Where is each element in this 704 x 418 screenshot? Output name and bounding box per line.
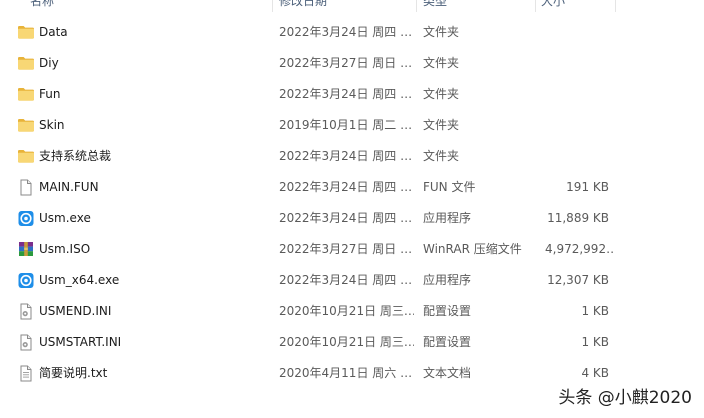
file-modified-date: 2020年10月21日 周三…	[279, 304, 414, 318]
file-modified-date: 2020年10月21日 周三…	[279, 335, 414, 349]
column-header-bar: 名称 修改日期 类型 大小	[0, 0, 704, 11]
file-row[interactable]: MAIN.FUN 2022年3月24日 周四 … FUN 文件 191 KB	[0, 172, 704, 203]
file-name: Data	[39, 25, 68, 39]
file-type: 配置设置	[423, 304, 472, 318]
exe-icon	[17, 272, 35, 289]
folder-icon	[17, 117, 35, 134]
column-divider[interactable]	[416, 0, 417, 12]
file-name: Usm.exe	[39, 211, 91, 225]
file-name: Usm.ISO	[39, 242, 91, 256]
file-type: WinRAR 压缩文件	[423, 242, 522, 256]
folder-icon	[17, 55, 35, 72]
exe-icon	[17, 210, 35, 227]
column-header-type[interactable]: 类型	[423, 0, 523, 11]
file-size: 12,307 KB	[547, 273, 609, 287]
column-header-date[interactable]: 修改日期	[279, 0, 399, 11]
file-name: Skin	[39, 118, 65, 132]
file-type: 文件夹	[423, 118, 460, 132]
file-size: 191 KB	[566, 180, 609, 194]
watermark-text: 头条 @小麒2020	[558, 388, 692, 408]
file-list: Data 2022年3月24日 周四 … 文件夹 Diy 2022年3月27日 周日 …	[0, 17, 704, 389]
file-row[interactable]: Skin 2019年10月1日 周二 … 文件夹	[0, 110, 704, 141]
file-modified-date: 2022年3月24日 周四 …	[279, 149, 413, 163]
column-divider[interactable]	[535, 0, 536, 12]
file-size	[541, 141, 609, 172]
file-type: 应用程序	[423, 273, 472, 287]
file-name: USMEND.INI	[39, 304, 112, 318]
file-name: Fun	[39, 87, 61, 101]
file-modified-date: 2022年3月24日 周四 …	[279, 180, 413, 194]
file-name: 支持系统总裁	[39, 149, 112, 163]
column-divider[interactable]	[272, 0, 273, 12]
text-file-icon	[17, 365, 35, 382]
file-modified-date: 2022年3月24日 周四 …	[279, 273, 413, 287]
file-row[interactable]: USMEND.INI 2020年10月21日 周三… 配置设置 1 KB	[0, 296, 704, 327]
file-size	[541, 48, 609, 79]
file-row[interactable]: USMSTART.INI 2020年10月21日 周三… 配置设置 1 KB	[0, 327, 704, 358]
file-name: Diy	[39, 56, 59, 70]
file-modified-date: 2022年3月27日 周日 …	[279, 56, 413, 70]
file-row[interactable]: Usm.exe 2022年3月24日 周四 … 应用程序 11,889 KB	[0, 203, 704, 234]
file-name: 简要说明.txt	[39, 366, 108, 380]
file-row[interactable]: Diy 2022年3月27日 周日 … 文件夹	[0, 48, 704, 79]
file-size: 4,972,992…	[545, 242, 613, 256]
file-size	[541, 110, 609, 141]
file-modified-date: 2022年3月27日 周日 …	[279, 242, 413, 256]
file-row[interactable]: Usm_x64.exe 2022年3月24日 周四 … 应用程序 12,307 KB	[0, 265, 704, 296]
file-type: 应用程序	[423, 211, 472, 225]
file-type: 文件夹	[423, 25, 460, 39]
file-row[interactable]: Fun 2022年3月24日 周四 … 文件夹	[0, 79, 704, 110]
file-name: MAIN.FUN	[39, 180, 99, 194]
file-name: Usm_x64.exe	[39, 273, 120, 287]
ini-icon	[17, 303, 35, 320]
file-type: FUN 文件	[423, 180, 476, 194]
ini-icon	[17, 334, 35, 351]
folder-icon	[17, 86, 35, 103]
file-row[interactable]: Data 2022年3月24日 周四 … 文件夹	[0, 17, 704, 48]
file-modified-date: 2019年10月1日 周二 …	[279, 118, 413, 132]
column-header-size[interactable]: 大小	[541, 0, 601, 11]
column-divider[interactable]	[615, 0, 616, 12]
file-type: 文件夹	[423, 87, 460, 101]
file-modified-date: 2020年4月11日 周六 …	[279, 366, 413, 380]
folder-icon	[17, 24, 35, 41]
file-size: 1 KB	[581, 335, 609, 349]
file-name: USMSTART.INI	[39, 335, 122, 349]
file-size	[541, 79, 609, 110]
file-size	[541, 17, 609, 48]
file-type: 配置设置	[423, 335, 472, 349]
column-header-name[interactable]: 名称	[30, 0, 230, 11]
file-type: 文件夹	[423, 56, 460, 70]
file-row[interactable]: 支持系统总裁 2022年3月24日 周四 … 文件夹	[0, 141, 704, 172]
folder-icon	[17, 148, 35, 165]
file-modified-date: 2022年3月24日 周四 …	[279, 25, 413, 39]
file-size: 1 KB	[581, 304, 609, 318]
file-size: 11,889 KB	[547, 211, 609, 225]
file-type: 文件夹	[423, 149, 460, 163]
winrar-icon	[17, 241, 35, 258]
file-modified-date: 2022年3月24日 周四 …	[279, 87, 413, 101]
file-row[interactable]: Usm.ISO 2022年3月27日 周日 … WinRAR 压缩文件 4,972,9…	[0, 234, 704, 265]
file-icon	[17, 179, 35, 196]
file-modified-date: 2022年3月24日 周四 …	[279, 211, 413, 225]
file-type: 文本文档	[423, 366, 472, 380]
